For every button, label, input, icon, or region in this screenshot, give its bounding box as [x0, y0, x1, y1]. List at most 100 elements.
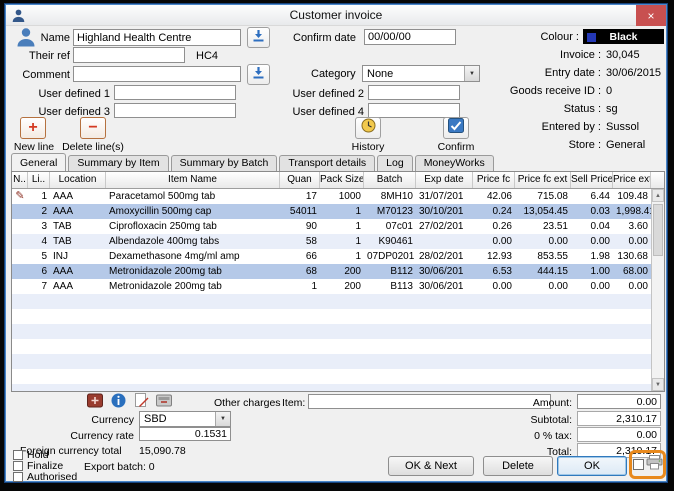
invoice-number-label: Invoice : [446, 49, 601, 67]
new-line-button[interactable]: + [20, 117, 46, 139]
col-header-price-fc[interactable]: Price fc [473, 172, 515, 188]
ok-and-next-button[interactable]: OK & Next [388, 456, 474, 476]
confirm-date-label: Confirm date [293, 32, 356, 44]
tab-summary-by-item[interactable]: Summary by Item [68, 155, 168, 171]
cell-quan: 68 [280, 264, 320, 279]
col-header-item-name[interactable]: Item Name [106, 172, 280, 188]
comment-dropdown-button[interactable] [247, 64, 270, 85]
cell-edit-icon [12, 264, 28, 279]
cell-sell-price: 0.00 [571, 234, 613, 249]
info-button[interactable] [109, 394, 127, 411]
col-header-location[interactable]: Location [50, 172, 106, 188]
user-defined-3-input[interactable] [114, 103, 236, 118]
print-checkbox[interactable] [633, 459, 644, 470]
table-row[interactable]: 2 AAA Amoxycillin 500mg cap 54011 1 M701… [12, 204, 651, 219]
table-row[interactable]: 7 AAA Metronidazole 200mg tab 1 200 B113… [12, 279, 651, 294]
cell-sell-price: 0.03 [571, 204, 613, 219]
cell-pack-size: 1 [320, 219, 364, 234]
col-header-quan[interactable]: Quan [280, 172, 320, 188]
col-header-batch[interactable]: Batch [364, 172, 416, 188]
minus-icon: − [88, 120, 97, 136]
subtotal-label: Subtotal: [496, 414, 572, 426]
tab-bar: General Summary by Item Summary by Batch… [11, 153, 663, 172]
print-button[interactable] [646, 455, 663, 475]
col-header-price-exten[interactable]: Price exten [613, 172, 651, 188]
cell-quan: 1 [280, 279, 320, 294]
cell-exp-date: 28/02/201 [416, 249, 473, 264]
close-button[interactable]: × [636, 5, 666, 26]
col-header-line[interactable]: Li.. [28, 172, 50, 188]
finalize-checkbox[interactable] [13, 461, 23, 471]
confirm-button[interactable] [443, 117, 469, 139]
user-defined-1-input[interactable] [114, 85, 236, 100]
amount-input[interactable]: 0.00 [577, 394, 661, 409]
table-row[interactable]: 6 AAA Metronidazole 200mg tab 68 200 B11… [12, 264, 651, 279]
tab-transport-details[interactable]: Transport details [279, 155, 375, 171]
their-ref-input[interactable] [73, 47, 185, 63]
cell-line: 4 [28, 234, 50, 249]
scroll-down-icon[interactable]: ▼ [652, 378, 664, 391]
cell-batch: 07c01 [364, 219, 416, 234]
name-dropdown-button[interactable] [247, 27, 270, 48]
cell-location: INJ [50, 249, 106, 264]
cell-line: 5 [28, 249, 50, 264]
colour-picker[interactable]: Black [583, 29, 664, 44]
table-empty-area [12, 294, 651, 391]
their-ref-code: HC4 [196, 50, 218, 62]
red-plus-box-icon [87, 393, 103, 413]
cell-edit-icon [12, 234, 28, 249]
authorised-label: Authorised [27, 471, 77, 483]
cell-batch: 8MH10 [364, 189, 416, 204]
col-header-pack-size[interactable]: Pack Size [320, 172, 364, 188]
currency-rate-label: Currency rate [59, 430, 134, 442]
entered-by-line: Entered by :Sussol [446, 121, 664, 139]
currency-select[interactable]: SBD ▼ [139, 411, 231, 427]
table-row[interactable]: 5 INJ Dexamethasone 4mg/ml amp 66 1 07DP… [12, 249, 651, 264]
tab-log[interactable]: Log [377, 155, 413, 171]
col-header-sell-price[interactable]: Sell Price [571, 172, 613, 188]
currency-rate-input[interactable]: 0.1531 [139, 427, 231, 441]
confirm-date-input[interactable]: 00/00/00 [364, 29, 456, 45]
table-scrollbar[interactable]: ▲ ▼ [651, 189, 664, 391]
table-row[interactable]: 3 TAB Ciprofloxacin 250mg tab 90 1 07c01… [12, 219, 651, 234]
name-input[interactable]: Highland Health Centre [73, 29, 241, 46]
cell-edit-icon [12, 279, 28, 294]
tab-general[interactable]: General [11, 153, 66, 172]
tax-value: 0.00 [577, 427, 661, 442]
comment-input[interactable] [73, 66, 241, 82]
edit-line-button[interactable] [132, 394, 150, 411]
cell-price-exten: 3.60 [613, 219, 651, 234]
scrollbar-thumb[interactable] [653, 204, 663, 256]
grey-box-icon [156, 393, 172, 413]
cell-price-fc: 0.00 [473, 279, 515, 294]
cell-edit-icon [12, 204, 28, 219]
col-header-price-fc-ext[interactable]: Price fc ext [515, 172, 571, 188]
table-row[interactable]: 4 TAB Albendazole 400mg tabs 58 1 K90461… [12, 234, 651, 249]
tab-moneyworks[interactable]: MoneyWorks [415, 155, 494, 171]
user-defined-2-label: User defined 2 [290, 88, 364, 100]
history-button[interactable] [355, 117, 381, 139]
titlebar[interactable]: Customer invoice × [6, 5, 666, 26]
ok-button[interactable]: OK [557, 456, 627, 476]
cell-item-name: Albendazole 400mg tabs [106, 234, 280, 249]
table-row[interactable]: ✎ 1 AAA Paracetamol 500mg tab 17 1000 8M… [12, 189, 651, 204]
clock-icon [361, 118, 376, 138]
scroll-up-icon[interactable]: ▲ [652, 189, 664, 202]
cell-sell-price: 0.00 [571, 279, 613, 294]
status-line: Status :sg [446, 103, 664, 121]
col-header-n[interactable]: N.. [12, 172, 28, 188]
authorised-checkbox[interactable] [13, 472, 23, 482]
entry-date-label: Entry date : [446, 67, 601, 85]
entered-by-label: Entered by : [446, 121, 601, 139]
customer-button[interactable] [14, 28, 38, 51]
delete-lines-button[interactable]: − [80, 117, 106, 139]
cell-price-fc-ext: 23.51 [515, 219, 571, 234]
delete-button[interactable]: Delete [483, 456, 553, 476]
hold-checkbox[interactable] [13, 450, 23, 460]
col-header-exp-date[interactable]: Exp date [416, 172, 473, 188]
backorder-button[interactable] [155, 394, 173, 411]
tab-summary-by-batch[interactable]: Summary by Batch [171, 155, 278, 171]
add-placeholder-button[interactable] [86, 394, 104, 411]
cell-exp-date: 31/07/201 [416, 189, 473, 204]
cell-price-exten: 130.68 [613, 249, 651, 264]
